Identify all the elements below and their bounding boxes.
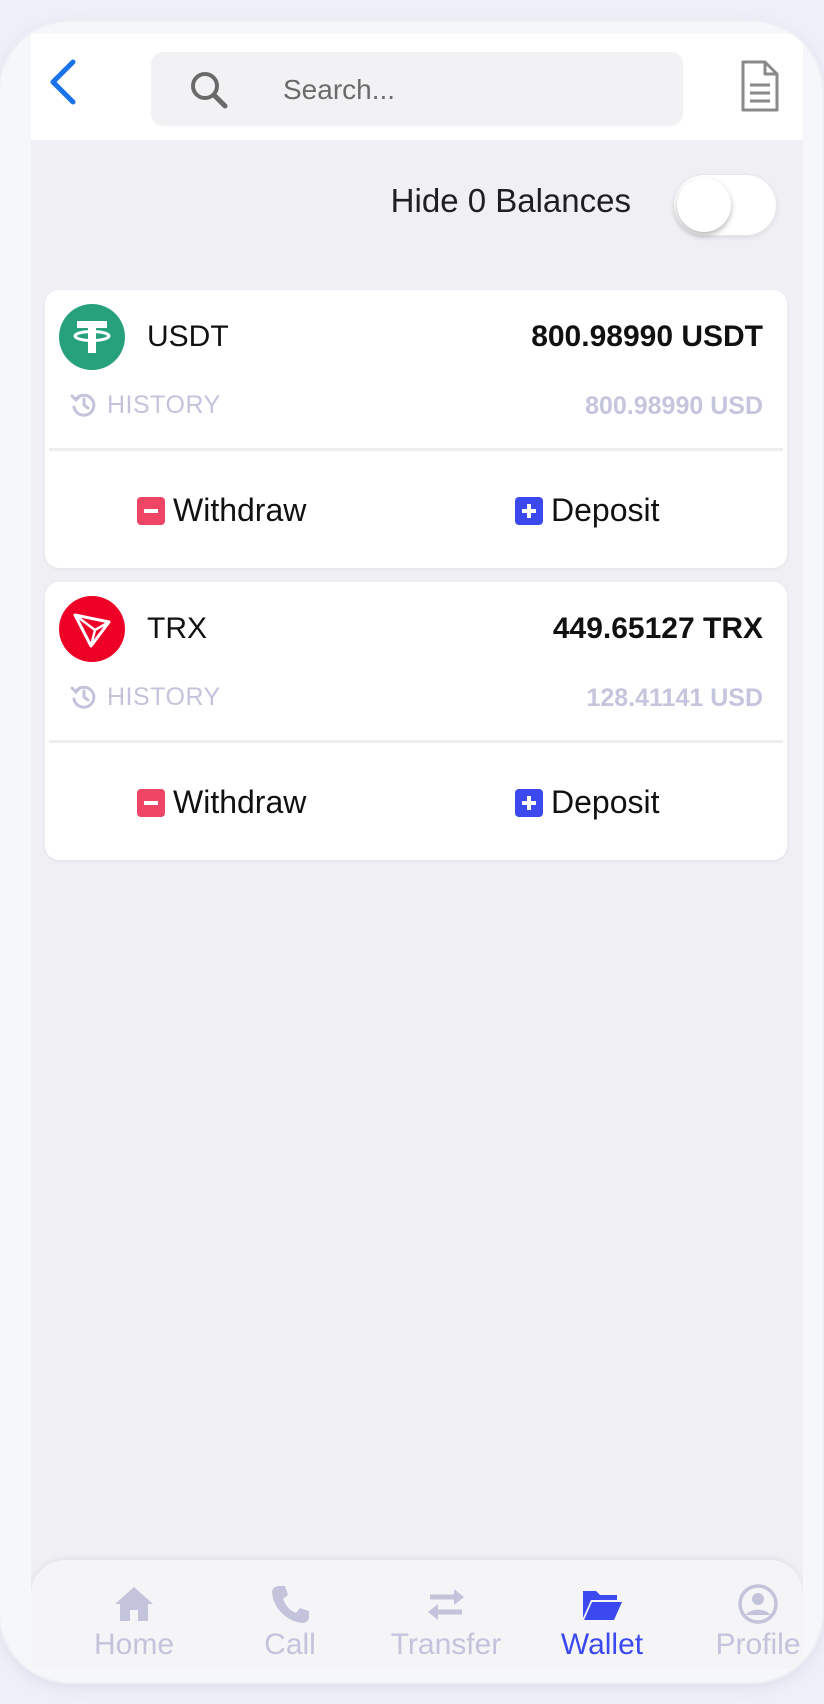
usd-value: 800.98990 USD <box>585 392 763 420</box>
deposit-button[interactable]: Deposit <box>515 492 660 529</box>
withdraw-button[interactable]: Withdraw <box>137 492 306 529</box>
nav-label-home: Home <box>93 1628 175 1661</box>
nav-item-call[interactable]: Call <box>215 1560 365 1668</box>
usd-value: 128.41141 USD <box>586 684 763 712</box>
home-icon <box>115 1587 153 1621</box>
chevron-left-icon <box>50 59 76 105</box>
coin-balance: 800.98990 USDT <box>531 320 763 353</box>
nav-label-profile: Profile <box>715 1628 801 1661</box>
withdraw-button[interactable]: Withdraw <box>137 784 306 821</box>
withdraw-label: Withdraw <box>173 492 307 528</box>
bottom-nav: Home Call Transfer Wallet Profile <box>31 1560 803 1668</box>
toggle-knob <box>677 178 731 232</box>
phone-icon <box>272 1586 309 1623</box>
deposit-label: Deposit <box>551 492 660 528</box>
divider <box>49 448 783 451</box>
history-link[interactable]: HISTORY <box>69 390 221 420</box>
hide-zero-balances-row: Hide 0 Balances <box>31 170 787 240</box>
user-circle-icon <box>738 1584 778 1624</box>
withdraw-label: Withdraw <box>173 784 307 820</box>
minus-square-icon <box>137 788 165 817</box>
deposit-label: Deposit <box>551 784 660 820</box>
wallet-card-trx: TRX 449.65127 TRX HISTORY 128.41141 USD … <box>45 582 787 860</box>
wallet-screen: Hide 0 Balances USDT 800.98990 USDT <box>31 34 803 1668</box>
nav-label-wallet: Wallet <box>560 1628 644 1661</box>
minus-square-icon <box>137 496 165 525</box>
search-icon <box>191 72 228 109</box>
search-input[interactable] <box>281 52 665 128</box>
trx-logo-icon <box>59 596 125 662</box>
device-frame: Hide 0 Balances USDT 800.98990 USDT <box>0 22 822 1682</box>
nav-item-home[interactable]: Home <box>59 1560 209 1668</box>
document-icon[interactable] <box>735 58 783 114</box>
coin-symbol: TRX <box>147 612 207 645</box>
wallet-card-usdt: USDT 800.98990 USDT HISTORY 800.98990 US… <box>45 290 787 568</box>
nav-item-transfer[interactable]: Transfer <box>371 1560 521 1668</box>
nav-label-call: Call <box>264 1628 316 1661</box>
hide-zero-balances-label: Hide 0 Balances <box>390 182 631 219</box>
history-icon <box>70 393 96 417</box>
plus-square-icon <box>515 788 543 817</box>
history-link[interactable]: HISTORY <box>69 682 221 712</box>
folder-icon <box>583 1591 622 1620</box>
plus-square-icon <box>515 496 543 525</box>
hide-zero-balances-toggle[interactable] <box>673 174 777 236</box>
nav-item-wallet[interactable]: Wallet <box>527 1560 677 1668</box>
history-icon <box>70 685 96 709</box>
coin-balance: 449.65127 TRX <box>552 612 763 645</box>
divider <box>49 740 783 743</box>
top-bar <box>31 34 803 140</box>
transfer-icon <box>428 1589 464 1620</box>
nav-label-transfer: Transfer <box>390 1628 502 1661</box>
usdt-logo-icon <box>59 304 125 370</box>
coin-symbol: USDT <box>147 320 229 353</box>
history-label: HISTORY <box>107 682 221 711</box>
deposit-button[interactable]: Deposit <box>515 784 660 821</box>
nav-item-profile[interactable]: Profile <box>683 1560 803 1668</box>
back-button[interactable] <box>39 54 87 110</box>
search-bar[interactable] <box>151 52 683 128</box>
history-label: HISTORY <box>107 390 221 419</box>
